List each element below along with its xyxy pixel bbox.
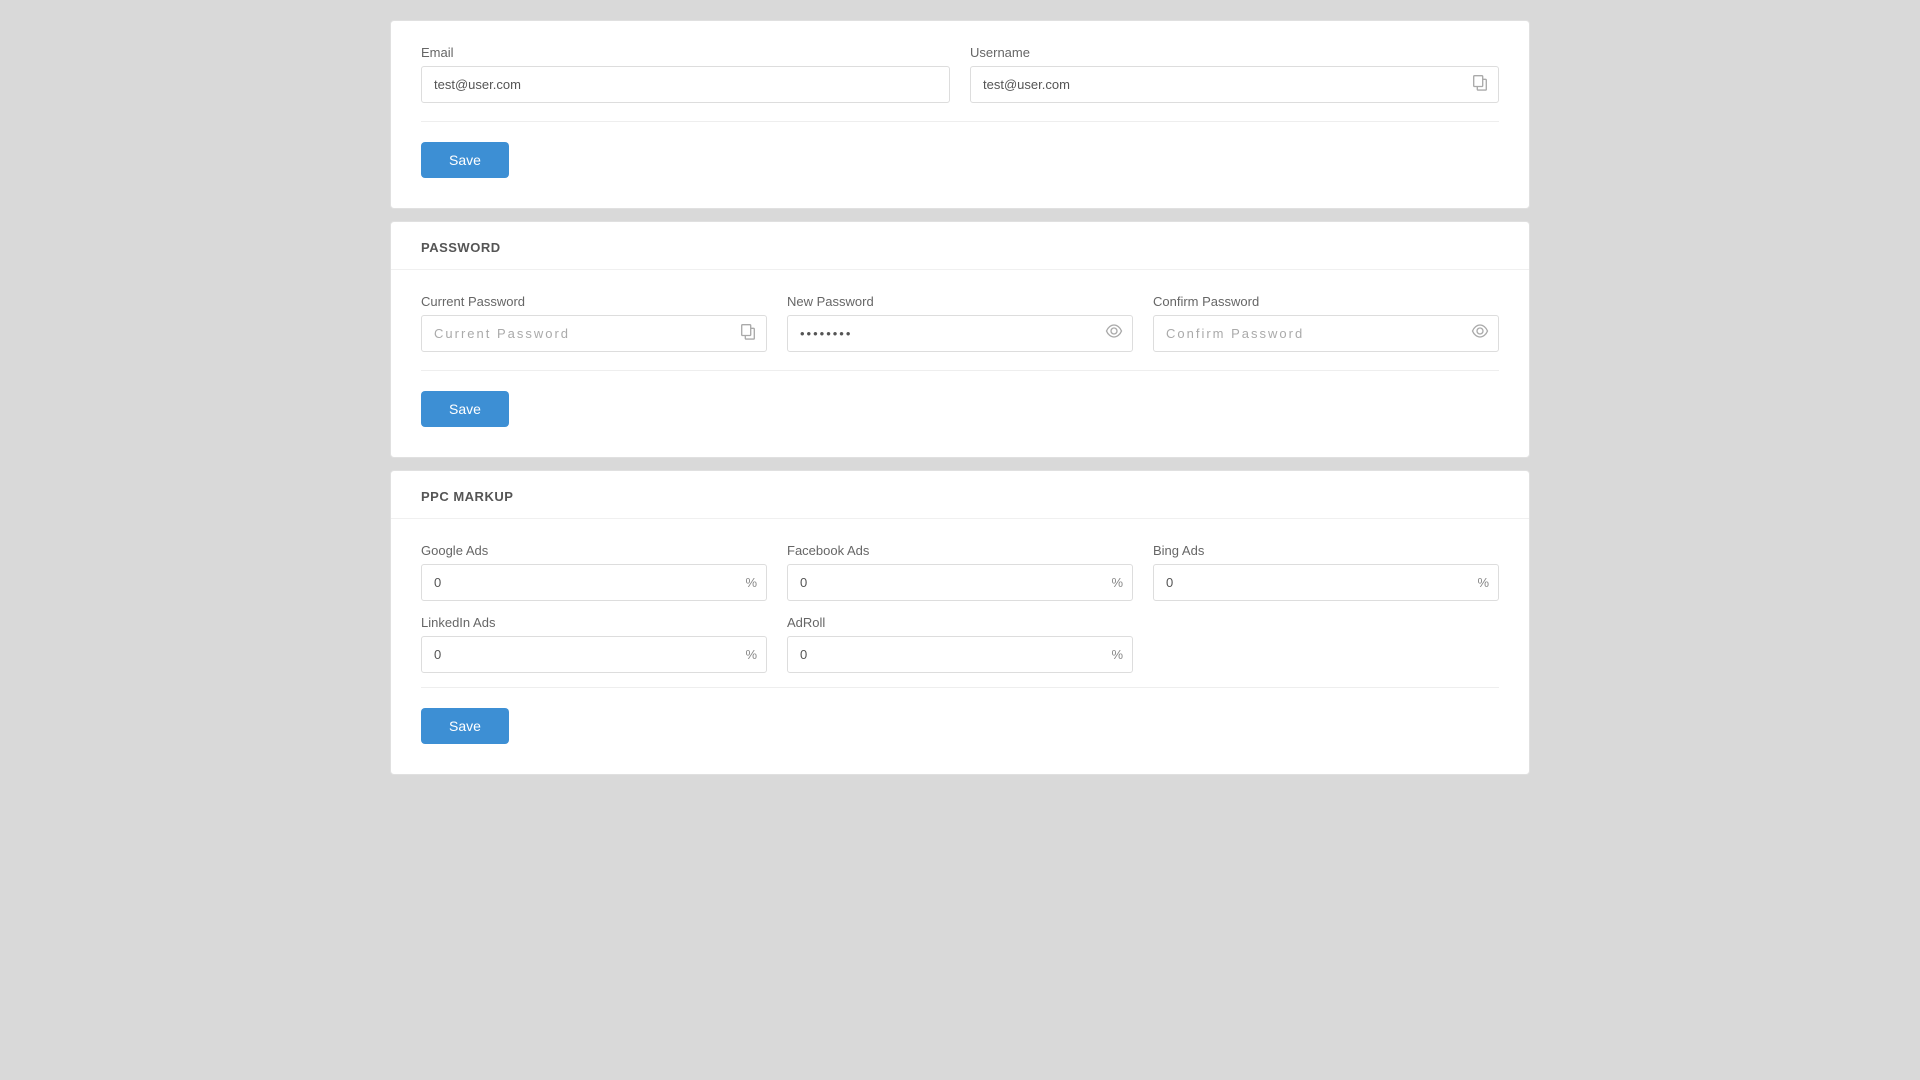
facebook-ads-suffix: % bbox=[1111, 575, 1123, 590]
password-save-button[interactable]: Save bbox=[421, 391, 509, 427]
ppc-save-button[interactable]: Save bbox=[421, 708, 509, 744]
linkedin-ads-label: LinkedIn Ads bbox=[421, 615, 767, 630]
new-password-label: New Password bbox=[787, 294, 1133, 309]
username-group: Username bbox=[970, 45, 1499, 103]
bing-ads-label: Bing Ads bbox=[1153, 543, 1499, 558]
linkedin-ads-suffix: % bbox=[745, 647, 757, 662]
new-password-group: New Password bbox=[787, 294, 1133, 352]
email-label: Email bbox=[421, 45, 950, 60]
facebook-ads-label: Facebook Ads bbox=[787, 543, 1133, 558]
new-password-toggle-icon[interactable] bbox=[1105, 322, 1123, 345]
linkedin-ads-input[interactable] bbox=[421, 636, 767, 673]
current-password-label: Current Password bbox=[421, 294, 767, 309]
current-password-group: Current Password bbox=[421, 294, 767, 352]
google-ads-group: Google Ads % bbox=[421, 543, 767, 601]
confirm-password-group: Confirm Password bbox=[1153, 294, 1499, 352]
password-section-title: PASSWORD bbox=[391, 222, 1529, 270]
confirm-password-label: Confirm Password bbox=[1153, 294, 1499, 309]
confirm-password-toggle-icon[interactable] bbox=[1471, 322, 1489, 345]
facebook-ads-group: Facebook Ads % bbox=[787, 543, 1133, 601]
email-group: Email bbox=[421, 45, 950, 103]
facebook-ads-input[interactable] bbox=[787, 564, 1133, 601]
linkedin-ads-group: LinkedIn Ads % bbox=[421, 615, 767, 673]
confirm-password-input[interactable] bbox=[1153, 315, 1499, 352]
google-ads-label: Google Ads bbox=[421, 543, 767, 558]
bing-ads-group: Bing Ads % bbox=[1153, 543, 1499, 601]
adroll-suffix: % bbox=[1111, 647, 1123, 662]
bing-ads-suffix: % bbox=[1477, 575, 1489, 590]
email-input[interactable] bbox=[421, 66, 950, 103]
google-ads-input[interactable] bbox=[421, 564, 767, 601]
account-card: Email Username bbox=[390, 20, 1530, 209]
copy-icon[interactable] bbox=[1471, 73, 1489, 96]
ppc-section-title: PPC MARKUP bbox=[391, 471, 1529, 519]
username-label: Username bbox=[970, 45, 1499, 60]
google-ads-suffix: % bbox=[745, 575, 757, 590]
password-card: PASSWORD Current Password bbox=[390, 221, 1530, 458]
adroll-input[interactable] bbox=[787, 636, 1133, 673]
current-password-input[interactable] bbox=[421, 315, 767, 352]
ppc-card: PPC MARKUP Google Ads % Facebook Ads bbox=[390, 470, 1530, 775]
bing-ads-input[interactable] bbox=[1153, 564, 1499, 601]
adroll-group: AdRoll % bbox=[787, 615, 1133, 673]
account-save-button[interactable]: Save bbox=[421, 142, 509, 178]
username-input[interactable] bbox=[970, 66, 1499, 103]
new-password-input[interactable] bbox=[787, 315, 1133, 352]
current-password-toggle-icon[interactable] bbox=[739, 322, 757, 345]
adroll-label: AdRoll bbox=[787, 615, 1133, 630]
